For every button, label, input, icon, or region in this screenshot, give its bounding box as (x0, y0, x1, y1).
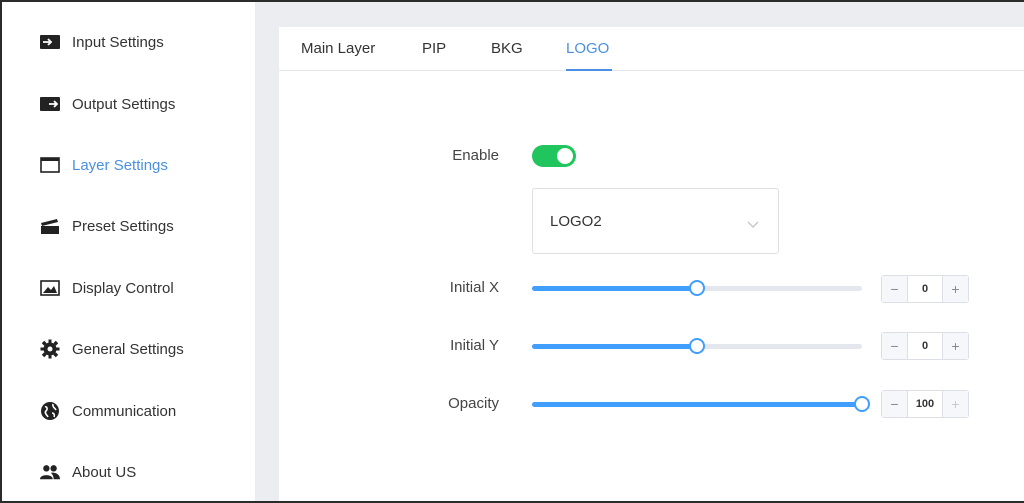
sidebar-item-label: Input Settings (72, 33, 164, 51)
users-icon (40, 462, 60, 482)
toggle-knob (557, 148, 573, 164)
slider-fill (532, 344, 697, 349)
clapperboard-icon (40, 216, 60, 236)
tab-pip[interactable]: PIP (422, 40, 446, 57)
decrement-button[interactable]: − (882, 333, 908, 359)
initial-y-slider[interactable] (532, 338, 862, 354)
initial-x-value[interactable]: 0 (908, 276, 942, 302)
decrement-button[interactable]: − (882, 276, 908, 302)
initial-y-label: Initial Y (450, 337, 499, 354)
layer-icon (40, 155, 60, 175)
sidebar-item-label: General Settings (72, 340, 184, 358)
gear-icon (40, 339, 60, 359)
enable-label: Enable (452, 147, 499, 164)
active-tab-indicator (566, 69, 612, 71)
output-icon (40, 94, 60, 114)
sidebar-item-communication[interactable]: Communication (2, 391, 255, 431)
opacity-value[interactable]: 100 (908, 391, 942, 417)
logo-select[interactable]: LOGO2 (532, 188, 779, 254)
image-icon (40, 278, 60, 298)
sidebar-item-output-settings[interactable]: Output Settings (2, 84, 255, 124)
opacity-label: Opacity (448, 395, 499, 412)
slider-fill (532, 286, 697, 291)
globe-icon (40, 401, 60, 421)
initial-y-stepper: − 0 + (881, 332, 969, 360)
logo-select-value: LOGO2 (550, 213, 602, 230)
sidebar-item-label: Preset Settings (72, 217, 174, 235)
sidebar-item-label: Layer Settings (72, 156, 168, 174)
sidebar-item-input-settings[interactable]: Input Settings (2, 22, 255, 62)
slider-fill (532, 402, 862, 407)
tab-bar: Main Layer PIP BKG LOGO (279, 27, 1024, 71)
chevron-down-icon (746, 216, 760, 228)
tab-logo[interactable]: LOGO (566, 40, 609, 57)
sidebar-item-label: About US (72, 463, 137, 481)
decrement-button[interactable]: − (882, 391, 908, 417)
increment-button[interactable]: + (942, 276, 968, 302)
initial-y-value[interactable]: 0 (908, 333, 942, 359)
sidebar-item-display-control[interactable]: Display Control (2, 268, 255, 308)
sidebar-item-preset-settings[interactable]: Preset Settings (2, 206, 255, 246)
opacity-slider[interactable] (532, 396, 870, 412)
slider-thumb[interactable] (689, 338, 705, 354)
slider-thumb[interactable] (854, 396, 870, 412)
opacity-stepper: − 100 + (881, 390, 969, 418)
increment-button[interactable]: + (942, 333, 968, 359)
sidebar-item-layer-settings[interactable]: Layer Settings (2, 145, 255, 185)
enable-toggle[interactable] (532, 145, 576, 167)
initial-x-slider[interactable] (532, 280, 862, 296)
tab-bkg[interactable]: BKG (491, 40, 523, 57)
sidebar-item-general-settings[interactable]: General Settings (2, 329, 255, 369)
layer-settings-panel: Main Layer PIP BKG LOGO Enable LOGO2 Ini… (279, 27, 1024, 501)
sidebar-item-about-us[interactable]: About US (2, 452, 255, 492)
sidebar: Input Settings Output Settings Layer Set… (2, 2, 255, 501)
sidebar-item-label: Display Control (72, 279, 174, 297)
increment-button[interactable]: + (942, 391, 968, 417)
initial-x-label: Initial X (449, 279, 499, 296)
input-icon (40, 32, 60, 52)
sidebar-item-label: Communication (72, 402, 177, 420)
slider-thumb[interactable] (689, 280, 705, 296)
initial-x-stepper: − 0 + (881, 275, 969, 303)
tab-main-layer[interactable]: Main Layer (301, 40, 375, 57)
sidebar-item-label: Output Settings (72, 95, 176, 113)
